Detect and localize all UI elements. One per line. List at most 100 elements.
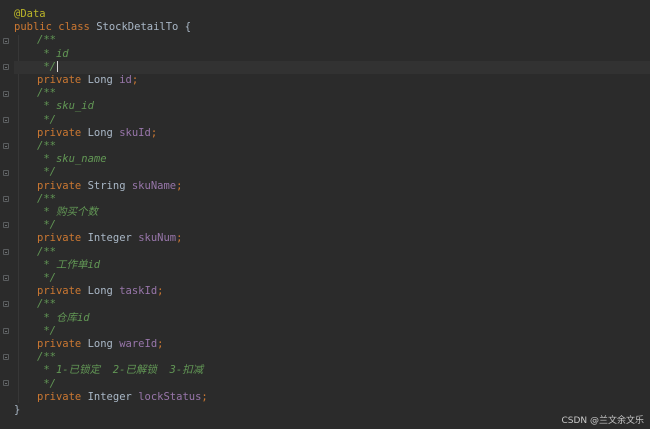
code-line-comment[interactable]: */ (14, 272, 650, 285)
keyword-token: private (37, 285, 82, 298)
field-name-token: skuName (131, 179, 177, 192)
code-line-comment[interactable]: /** (14, 34, 650, 47)
code-line-comment[interactable]: * 工作单id (14, 259, 650, 272)
code-line-comment-current[interactable]: */ (14, 60, 650, 74)
code-line-comment[interactable]: /** (14, 246, 650, 259)
semicolon-token: ; (131, 74, 139, 86)
fold-toggle-icon[interactable] (3, 354, 9, 360)
doc-comment-token: * 仓库id (37, 311, 90, 324)
type-token: String (87, 179, 126, 192)
doc-comment-token: /** (37, 351, 56, 364)
doc-comment-token: */ (37, 166, 56, 179)
fold-toggle-icon[interactable] (3, 38, 9, 44)
field-name-token: skuNum (138, 232, 177, 245)
keyword-token: class (58, 21, 90, 34)
doc-comment-token: * id (37, 47, 69, 60)
type-token: Long (87, 126, 113, 139)
code-line-comment[interactable]: */ (14, 166, 650, 179)
code-line-closing-brace[interactable]: } (14, 404, 650, 417)
doc-comment-token: */ (37, 377, 56, 390)
fold-toggle-icon[interactable] (3, 301, 9, 307)
code-line-field[interactable]: private Long wareId; (14, 338, 650, 351)
fold-toggle-icon[interactable] (3, 64, 9, 70)
doc-comment-token: /** (37, 87, 56, 100)
type-token: Long (87, 338, 113, 350)
semicolon-token: ; (157, 338, 164, 350)
code-line-comment[interactable]: /** (14, 193, 650, 206)
fold-toggle-icon[interactable] (3, 117, 9, 123)
fold-toggle-icon[interactable] (3, 91, 9, 97)
fold-toggle-icon[interactable] (3, 222, 9, 228)
code-line-comment[interactable]: */ (14, 219, 650, 232)
type-token: Long (87, 74, 113, 86)
code-line-comment[interactable]: * 购买个数 (14, 206, 650, 219)
code-line-comment[interactable]: * id (14, 48, 650, 61)
watermark: CSDN @兰文余文乐 (561, 416, 644, 426)
code-line-comment[interactable]: /** (14, 298, 650, 311)
code-line-comment[interactable]: /** (14, 87, 650, 100)
code-line-class-declaration[interactable]: public class StockDetailTo { (14, 21, 650, 34)
keyword-token: private (37, 74, 82, 86)
keyword-token: public (14, 21, 52, 34)
code-line-comment[interactable]: */ (14, 378, 650, 391)
code-line-comment[interactable]: * 1-已锁定 2-已解锁 3-扣减 (14, 364, 650, 377)
code-line-comment[interactable]: /** (14, 351, 650, 364)
type-token: Integer (87, 232, 132, 245)
doc-comment-token: */ (37, 60, 56, 73)
fold-toggle-icon[interactable] (3, 143, 9, 149)
code-line-field[interactable]: private Integer lockStatus; (14, 391, 650, 404)
editor-gutter (0, 0, 14, 429)
doc-comment-token: * sku_id (37, 100, 94, 113)
brace-token: } (14, 404, 21, 416)
fold-toggle-icon[interactable] (3, 328, 9, 334)
semicolon-token: ; (176, 179, 183, 192)
field-name-token: lockStatus (138, 390, 202, 403)
code-line-field[interactable]: private Long skuId; (14, 127, 650, 140)
doc-comment-token: * sku_name (37, 153, 107, 166)
doc-comment-token: */ (37, 324, 56, 337)
field-name-token: id (119, 74, 132, 86)
annotation-token: @Data (14, 8, 46, 20)
fold-toggle-icon[interactable] (3, 275, 9, 281)
doc-comment-token: */ (37, 219, 56, 232)
code-line-field[interactable]: private String skuName; (14, 180, 650, 193)
class-name-token: StockDetailTo (96, 21, 179, 34)
code-line-annotation[interactable]: @Data (14, 8, 650, 21)
fold-toggle-icon[interactable] (3, 249, 9, 255)
code-line-field[interactable]: private Long taskId; (14, 285, 650, 298)
text-cursor (56, 61, 58, 73)
type-token: Long (87, 285, 113, 298)
semicolon-token: ; (176, 232, 183, 245)
doc-comment-token: /** (37, 140, 56, 152)
fold-toggle-icon[interactable] (3, 196, 9, 202)
doc-comment-token: */ (37, 272, 56, 284)
doc-comment-token: /** (37, 192, 56, 205)
code-line-comment[interactable]: * sku_id (14, 100, 650, 113)
field-name-token: wareId (119, 338, 158, 350)
doc-comment-token: * 1-已锁定 2-已解锁 3-扣减 (37, 364, 204, 377)
code-line-field[interactable]: private Long id; (14, 74, 650, 87)
code-editor[interactable]: @Data public class StockDetailTo { /** *… (0, 0, 650, 429)
keyword-token: private (37, 338, 82, 350)
keyword-token: private (37, 126, 82, 139)
code-line-comment[interactable]: * sku_name (14, 153, 650, 166)
code-line-comment[interactable]: */ (14, 325, 650, 338)
semicolon-token: ; (157, 285, 164, 298)
brace-token: { (184, 21, 192, 34)
field-name-token: taskId (119, 285, 158, 298)
keyword-token: private (37, 390, 82, 403)
doc-comment-token: /** (37, 298, 56, 311)
code-line-comment[interactable]: * 仓库id (14, 312, 650, 325)
semicolon-token: ; (150, 126, 158, 139)
doc-comment-token: */ (37, 113, 56, 126)
field-name-token: skuId (119, 126, 151, 139)
code-line-field[interactable]: private Integer skuNum; (14, 232, 650, 245)
doc-comment-token: * 购买个数 (37, 206, 98, 218)
keyword-token: private (37, 179, 82, 192)
code-line-comment[interactable]: */ (14, 114, 650, 127)
doc-comment-token: /** (37, 245, 56, 258)
code-line-comment[interactable]: /** (14, 140, 650, 153)
fold-toggle-icon[interactable] (3, 380, 9, 386)
keyword-token: private (37, 232, 82, 245)
fold-toggle-icon[interactable] (3, 170, 9, 176)
